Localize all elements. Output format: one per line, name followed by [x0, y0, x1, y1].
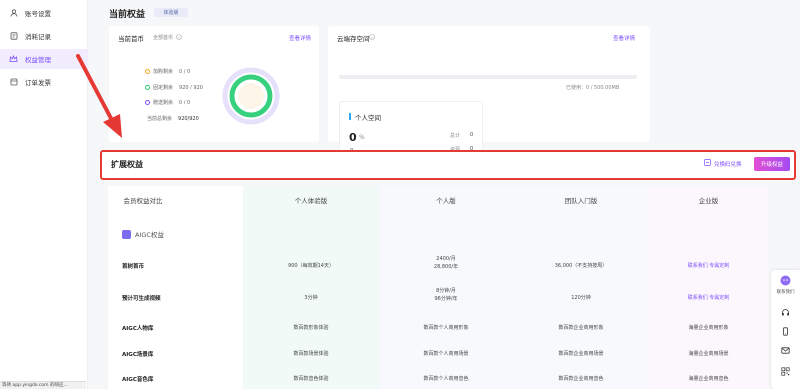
- accent-bar: [349, 113, 351, 120]
- table-cell: 36,000（不支持按周）: [554, 263, 608, 269]
- page-title: 当前权益: [109, 10, 146, 20]
- sidebar-item-account[interactable]: 账号设置: [0, 3, 88, 23]
- aigc-section-label: AIGC权益: [135, 231, 164, 239]
- table-header-trial: 个人体验版: [294, 197, 328, 205]
- rights-card-title: 当前首币: [118, 35, 144, 43]
- row-label-voices: AIGC音色库: [122, 377, 154, 383]
- storage-usage-bar: [339, 75, 637, 79]
- table-cell: 海量企业商用音色: [688, 376, 729, 382]
- sidebar-item-consumption[interactable]: 消耗记录: [0, 26, 88, 46]
- redeem-code-button[interactable]: 兑换码兑换: [704, 159, 742, 168]
- aigc-section-title: AIGC权益: [122, 229, 164, 239]
- legend-fixed: 固定剩余 920 / 920: [145, 84, 203, 91]
- row-label-scenes: AIGC场景库: [122, 352, 154, 358]
- col-bg-team: [513, 186, 649, 389]
- stat-total-label: 总计: [450, 133, 461, 139]
- sidebar-item-label: 账号设置: [25, 10, 51, 18]
- table-header-enterprise: 企业版: [698, 197, 719, 205]
- floating-contact-bar: 联系我们: [771, 270, 800, 389]
- total-remaining: 当前总剩余 920/920: [147, 115, 199, 123]
- table-cell: 2400/月 28,800/年: [433, 256, 459, 270]
- legend-dot: [145, 85, 150, 90]
- legend-label: 加购剩余: [153, 69, 174, 75]
- invoice-icon: [9, 78, 18, 87]
- redeem-label: 兑换码兑换: [714, 161, 742, 168]
- table-cell: 900（每效期14天）: [288, 263, 334, 269]
- legend-gift: 赠送剩余 0 / 0: [145, 99, 190, 106]
- sidebar-item-label: 订单发票: [25, 79, 51, 87]
- phone-icon[interactable]: [780, 326, 791, 337]
- assistant-avatar-icon[interactable]: [780, 275, 791, 286]
- upgrade-button[interactable]: 升级权益: [754, 157, 790, 171]
- record-icon: [9, 32, 18, 41]
- browser-status-bar: 等待 app.yingdo.com 的响应...: [0, 381, 86, 389]
- qrcode-icon[interactable]: [780, 366, 791, 377]
- row-label-avatars: AIGC人物库: [122, 326, 154, 332]
- user-icon: [9, 9, 18, 18]
- personal-space-percent: 0: [349, 131, 357, 144]
- mail-icon[interactable]: [780, 345, 791, 356]
- contact-us-label[interactable]: 联系我们: [773, 289, 798, 295]
- legend-dot: [145, 100, 150, 105]
- col-bg-trial: [243, 186, 379, 389]
- row-label-video: 预计可生成视频: [122, 296, 161, 302]
- personal-space-title: 个人空间: [355, 114, 381, 122]
- rights-card: 当前首币 全部首币 查看详情 加购剩余 0 / 0 固定剩余 920 / 920…: [109, 26, 319, 142]
- storage-detail-link[interactable]: 查看详情: [613, 34, 635, 42]
- info-icon[interactable]: [176, 34, 182, 42]
- table-header-team: 团队入门版: [564, 197, 598, 205]
- table-cell: 8分钟/月 96分钟/年: [434, 288, 458, 302]
- legend-purchased: 加购剩余 0 / 0: [145, 68, 190, 75]
- legend-label: 赠送剩余: [153, 100, 174, 106]
- legend-label: 固定剩余: [153, 85, 174, 91]
- legend-value: 0 / 0: [179, 99, 191, 106]
- contact-link[interactable]: 联系我们 专属定制: [649, 262, 768, 270]
- extension-title: 扩展权益: [111, 160, 143, 169]
- aigc-icon: [122, 229, 131, 239]
- coin-ring-chart: [222, 67, 280, 125]
- sidebar-item-label: 消耗记录: [25, 33, 51, 41]
- info-icon[interactable]: [369, 34, 375, 42]
- table-cell: 数百款个人商用音色: [423, 376, 469, 382]
- row-label-coins: 首树首币: [122, 264, 145, 270]
- table-cell: 数百款个人商用场景: [423, 351, 469, 357]
- crown-icon: [9, 55, 18, 64]
- sidebar-item-label: 权益管理: [25, 56, 51, 64]
- legend-dot: [145, 69, 150, 74]
- table-cell: 数百款形象体验: [293, 325, 329, 331]
- legend-value: 920 / 920: [179, 84, 203, 91]
- storage-card-title: 云端存空间: [337, 35, 370, 43]
- tier-badge: 体验版: [154, 8, 188, 17]
- rights-detail-link[interactable]: 查看详情: [289, 34, 311, 42]
- table-cell: 数百款场景体验: [293, 351, 329, 357]
- table-cell: 数百款企业商用音色: [558, 376, 604, 382]
- percent-unit: %: [359, 134, 365, 141]
- col-bg-enterprise: [649, 186, 768, 389]
- rights-card-subtitle: 全部首币: [153, 35, 174, 41]
- total-value: 920/920: [178, 115, 199, 122]
- table-header-personal: 个人版: [436, 197, 456, 205]
- storage-usage-text: 已使用：0 / 500.00MB: [566, 85, 620, 91]
- ticket-icon: [704, 159, 711, 168]
- table-cell: 数百款企业商用场景: [558, 351, 604, 357]
- table-header-rights: 会员权益对比: [123, 197, 163, 205]
- table-cell: 海量企业商用形象: [688, 325, 729, 331]
- table-cell: 数百款音色体验: [293, 376, 329, 382]
- contact-link[interactable]: 联系我们 专属定制: [649, 294, 768, 302]
- table-cell: 3分钟: [304, 295, 318, 301]
- red-arrow-annotation: [76, 54, 122, 138]
- stat-total-value: 0: [470, 132, 474, 138]
- legend-value: 0 / 0: [179, 68, 191, 75]
- storage-card: 云端存空间 查看详情 已使用：0 / 500.00MB 个人空间 0 % 0 总…: [328, 26, 650, 163]
- extension-rights-header: 扩展权益 兑换码兑换 升级权益: [100, 150, 796, 180]
- table-cell: 120分钟: [571, 295, 591, 301]
- table-cell: 数百款个人商用形象: [423, 325, 469, 331]
- comparison-table: 会员权益对比 个人体验版 个人版 团队入门版 企业版 AIGC权益 首树首币 9…: [108, 186, 768, 389]
- table-cell: 海量企业商用场景: [688, 351, 729, 357]
- table-cell: 数百款企业商用形象: [558, 325, 604, 331]
- total-label: 当前总剩余: [147, 116, 173, 122]
- headset-icon[interactable]: [780, 307, 791, 318]
